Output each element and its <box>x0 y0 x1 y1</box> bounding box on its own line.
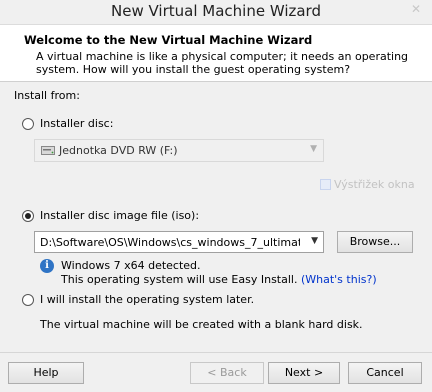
cancel-button[interactable]: Cancel <box>348 362 422 384</box>
install-from-label: Install from: <box>14 89 80 102</box>
install-later-description: The virtual machine will be created with… <box>40 318 363 331</box>
disc-drive-select: Jednotka DVD RW (F:) ▼ <box>34 139 324 162</box>
installer-disc-radio[interactable] <box>22 118 34 130</box>
title-bar: New Virtual Machine Wizard ✕ <box>0 0 432 24</box>
wizard-header: Welcome to the New Virtual Machine Wizar… <box>0 24 432 82</box>
back-button[interactable]: < Back <box>190 362 264 384</box>
window-title: New Virtual Machine Wizard <box>111 2 321 20</box>
installer-disc-label[interactable]: Installer disc: <box>40 117 113 130</box>
iso-path-select[interactable]: D:\Software\OS\Windows\cs_windows_7_ulti… <box>34 231 324 253</box>
next-button[interactable]: Next > <box>268 362 340 384</box>
install-later-label[interactable]: I will install the operating system late… <box>40 293 254 306</box>
install-later-radio[interactable] <box>22 294 34 306</box>
easy-install-text: This operating system will use Easy Inst… <box>61 273 377 286</box>
info-icon: i <box>40 259 54 273</box>
header-title: Welcome to the New Virtual Machine Wizar… <box>24 33 313 47</box>
iso-image-label[interactable]: Installer disc image file (iso): <box>40 209 199 222</box>
disc-drive-value: Jednotka DVD RW (F:) <box>59 144 178 157</box>
os-detected-text: Windows 7 x64 detected. <box>61 259 201 272</box>
browse-button[interactable]: Browse... <box>337 231 413 253</box>
help-button[interactable]: Help <box>8 362 84 384</box>
footer-divider <box>0 352 432 353</box>
window-snip-overlay: Výstřižek okna <box>312 176 432 194</box>
snip-label: Výstřižek okna <box>334 178 415 191</box>
snip-icon <box>320 179 331 190</box>
iso-path-value: D:\Software\OS\Windows\cs_windows_7_ulti… <box>40 236 300 249</box>
chevron-down-icon: ▼ <box>310 144 317 154</box>
easy-install-label: This operating system will use Easy Inst… <box>61 273 298 286</box>
chevron-down-icon[interactable]: ▼ <box>311 236 318 246</box>
dvd-drive-icon <box>41 146 55 155</box>
header-description: A virtual machine is like a physical com… <box>36 50 409 76</box>
iso-image-radio[interactable] <box>22 210 34 222</box>
close-icon[interactable]: ✕ <box>402 0 430 18</box>
whats-this-link[interactable]: (What's this?) <box>301 273 377 286</box>
